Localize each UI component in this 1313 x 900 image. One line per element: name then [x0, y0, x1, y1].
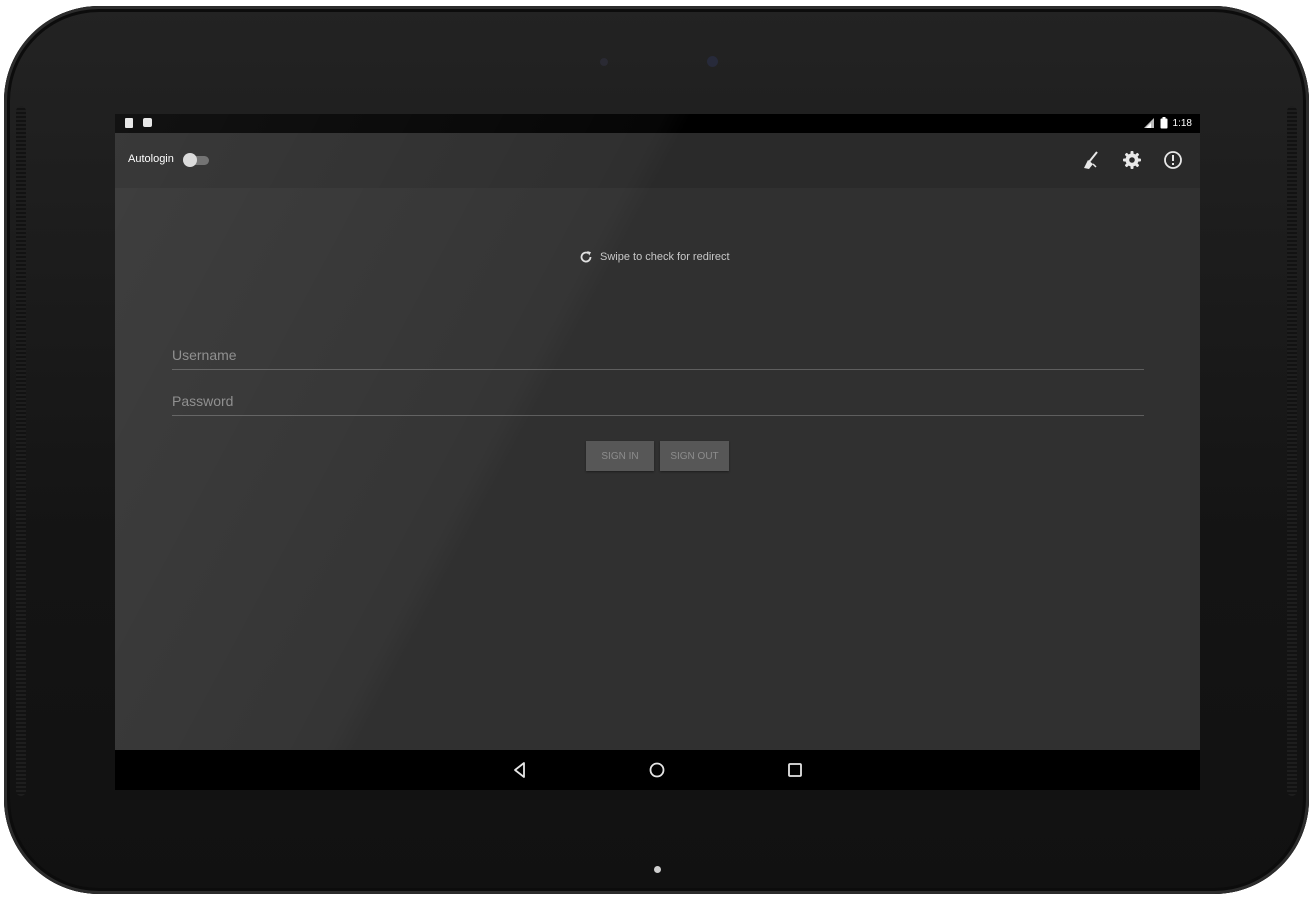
broom-clean-icon[interactable] — [1080, 149, 1102, 171]
download-icon — [143, 118, 152, 127]
sign-out-button[interactable]: SIGN OUT — [660, 441, 729, 471]
status-time: 1:18 — [1172, 117, 1192, 129]
screen-glare — [115, 114, 1200, 790]
left-speaker-grille — [16, 106, 26, 796]
navigation-bar — [115, 750, 1200, 790]
swipe-hint-text: Swipe to check for redirect — [600, 251, 730, 263]
autologin-switch[interactable] — [183, 153, 211, 167]
battery-icon — [1160, 117, 1168, 129]
notification-led — [654, 866, 661, 873]
status-bar: 1:18 — [115, 114, 1200, 133]
app-toolbar: Autologin — [115, 133, 1200, 188]
settings-gear-icon[interactable] — [1121, 149, 1143, 171]
sign-in-button[interactable]: SIGN IN — [586, 441, 654, 471]
signal-icon — [1143, 118, 1154, 128]
screen: 1:18 Autologin Swipe to check for redire… — [115, 114, 1200, 790]
front-camera — [707, 56, 718, 67]
status-left-icons — [125, 118, 152, 128]
recents-icon[interactable] — [785, 760, 805, 780]
back-icon[interactable] — [510, 760, 530, 780]
swipe-refresh-hint: Swipe to check for redirect — [578, 248, 730, 266]
password-field[interactable] — [172, 387, 1144, 416]
home-icon[interactable] — [647, 760, 667, 780]
autologin-label: Autologin — [128, 153, 174, 165]
status-right-icons: 1:18 — [1143, 117, 1192, 129]
username-field[interactable] — [172, 341, 1144, 370]
light-sensor — [600, 58, 608, 66]
switch-thumb — [183, 153, 197, 167]
info-icon[interactable] — [1162, 149, 1184, 171]
sd-card-icon — [125, 118, 133, 128]
refresh-icon — [580, 251, 592, 263]
right-speaker-grille — [1287, 106, 1297, 796]
